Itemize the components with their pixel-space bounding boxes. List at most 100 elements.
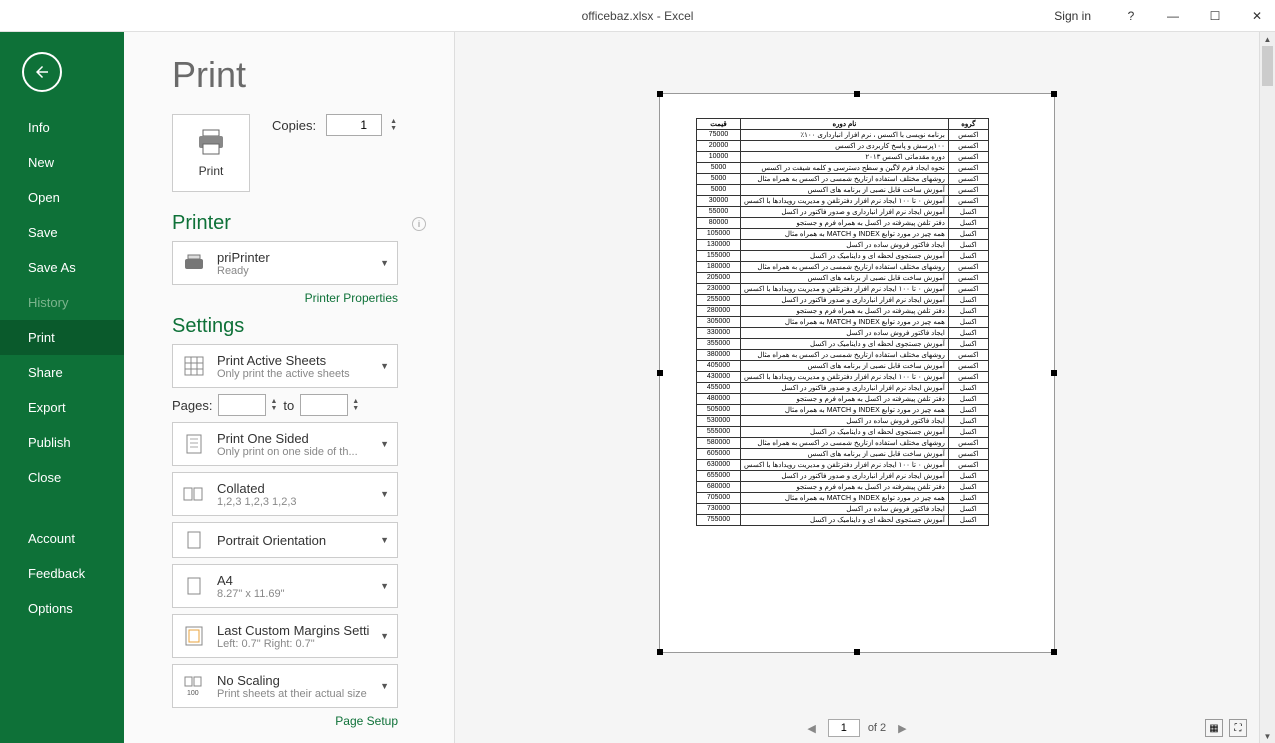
table-row: اکسلهمه چیز در مورد توابع INDEX و MATCH … (697, 228, 989, 239)
table-row: اکسسآموزش ۰ تا ۱۰۰ ایجاد نرم افزار دفترت… (697, 371, 989, 382)
settings-header: Settings (172, 315, 436, 338)
page-setup-link[interactable]: Page Setup (172, 714, 398, 728)
nav-publish[interactable]: Publish (0, 425, 124, 460)
copies-input[interactable] (326, 114, 382, 136)
chevron-down-icon: ▼ (380, 439, 389, 449)
table-row: اکسلدفتر تلفن پیشرفته در اکسل به همراه ف… (697, 217, 989, 228)
nav-share[interactable]: Share (0, 355, 124, 390)
pages-to-label: to (283, 398, 294, 413)
table-row: اکسلایجاد فاکتور فروش ساده در اکسل330000 (697, 327, 989, 338)
table-row: اکسلهمه چیز در مورد توابع INDEX و MATCH … (697, 492, 989, 503)
scroll-up-icon[interactable]: ▲ (1260, 32, 1275, 46)
table-row: اکسسآموزش ۰ تا ۱۰۰ ایجاد نرم افزار دفترت… (697, 195, 989, 206)
table-row: اکسسبرنامه نویسی با اکسس ، نرم افزار انب… (697, 129, 989, 140)
table-row: اکسسآموزش ساخت قابل نصبی از برنامه های ا… (697, 272, 989, 283)
info-icon[interactable]: i (412, 217, 426, 231)
preview-area: گروه نام دوره قیمت اکسسبرنامه نویسی با ا… (454, 32, 1259, 743)
sheets-icon (181, 353, 207, 379)
margins-icon (181, 623, 207, 649)
portrait-icon (181, 527, 207, 553)
chevron-down-icon: ▼ (380, 361, 389, 371)
page-title: Print (172, 54, 436, 96)
nav-close[interactable]: Close (0, 460, 124, 495)
scaling-icon: 100 (181, 673, 207, 699)
pages-label: Pages: (172, 398, 212, 413)
chevron-down-icon: ▼ (380, 581, 389, 591)
table-row: اکسسروشهای مختلف استفاده ازتاریخ شمسی در… (697, 173, 989, 184)
titlebar: officebaz.xlsx - Excel Sign in ? — ☐ ✕ (0, 0, 1275, 32)
copies-label: Copies: (272, 118, 316, 133)
nav-open[interactable]: Open (0, 180, 124, 215)
nav-info[interactable]: Info (0, 110, 124, 145)
scroll-thumb[interactable] (1262, 46, 1273, 86)
pages-to-input[interactable] (300, 394, 348, 416)
next-page-button[interactable]: ▶ (894, 722, 910, 735)
page-total-label: of 2 (868, 722, 886, 734)
prev-page-button[interactable]: ◀ (803, 722, 819, 735)
show-margins-button[interactable]: ▦ (1205, 719, 1223, 737)
pages-from-input[interactable] (218, 394, 266, 416)
sidebar: Info New Open Save Save As History Print… (0, 32, 124, 743)
window-title: officebaz.xlsx - Excel (582, 9, 694, 23)
table-row: اکسلآموزش جستجوی لحظه ای و داینامیک در ا… (697, 426, 989, 437)
table-row: اکسسروشهای مختلف استفاده ازتاریخ شمسی در… (697, 349, 989, 360)
back-button[interactable] (22, 52, 62, 92)
table-row: اکسسآموزش ۰ تا ۱۰۰ ایجاد نرم افزار دفترت… (697, 283, 989, 294)
print-what-select[interactable]: Print Active SheetsOnly print the active… (172, 344, 398, 388)
chevron-down-icon: ▼ (380, 535, 389, 545)
nav-export[interactable]: Export (0, 390, 124, 425)
nav-history: History (0, 285, 124, 320)
preview-page: گروه نام دوره قیمت اکسسبرنامه نویسی با ا… (659, 93, 1055, 653)
nav-account[interactable]: Account (0, 521, 124, 556)
nav-save[interactable]: Save (0, 215, 124, 250)
table-row: اکسلآموزش ایجاد نرم افزار انبارداری و صد… (697, 206, 989, 217)
maximize-icon[interactable]: ☐ (1205, 6, 1225, 26)
table-row: اکسلایجاد فاکتور فروش ساده در اکسل730000 (697, 503, 989, 514)
printer-properties-link[interactable]: Printer Properties (172, 291, 398, 305)
orientation-select[interactable]: Portrait Orientation ▼ (172, 522, 398, 558)
copies-spinner[interactable]: ▲▼ (390, 118, 397, 132)
sides-select[interactable]: Print One SidedOnly print on one side of… (172, 422, 398, 466)
nav-print[interactable]: Print (0, 320, 124, 355)
table-row: اکسس۱۰۰پرسش و پاسخ کاربردی در اکسس20000 (697, 140, 989, 151)
table-row: اکسلآموزش ایجاد نرم افزار انبارداری و صد… (697, 382, 989, 393)
page-number-input[interactable] (828, 719, 860, 737)
nav-options[interactable]: Options (0, 591, 124, 626)
preview-footer: ◀ of 2 ▶ ▦ ⛶ (455, 713, 1259, 743)
scrollbar[interactable]: ▲ ▼ (1259, 32, 1275, 743)
minimize-icon[interactable]: — (1163, 6, 1183, 26)
scaling-select[interactable]: 100 No ScalingPrint sheets at their actu… (172, 664, 398, 708)
close-icon[interactable]: ✕ (1247, 6, 1267, 26)
print-button[interactable]: Print (172, 114, 250, 192)
printer-status: Ready (217, 265, 370, 277)
chevron-down-icon: ▼ (380, 489, 389, 499)
table-row: اکسسآموزش ساخت قابل نصبی از برنامه های ا… (697, 360, 989, 371)
chevron-down-icon: ▼ (380, 681, 389, 691)
printer-name: priPrinter (217, 250, 370, 265)
help-icon[interactable]: ? (1121, 6, 1141, 26)
table-row: اکسلآموزش ایجاد نرم افزار انبارداری و صد… (697, 470, 989, 481)
table-row: اکسلهمه چیز در مورد توابع INDEX و MATCH … (697, 404, 989, 415)
back-arrow-icon (33, 63, 51, 81)
print-panel: Print Print Copies: ▲▼ Printer i (124, 32, 454, 743)
margins-select[interactable]: Last Custom Margins SettingLeft: 0.7" Ri… (172, 614, 398, 658)
collate-icon (181, 481, 207, 507)
printer-icon (195, 128, 227, 156)
scroll-down-icon[interactable]: ▼ (1260, 729, 1275, 743)
table-row: اکسلدفتر تلفن پیشرفته در اکسل به همراه ف… (697, 305, 989, 316)
nav-new[interactable]: New (0, 145, 124, 180)
chevron-down-icon: ▼ (380, 258, 389, 268)
nav-feedback[interactable]: Feedback (0, 556, 124, 591)
table-row: اکسلایجاد فاکتور فروش ساده در اکسل530000 (697, 415, 989, 426)
table-row: اکسسدوره مقدماتی اکسس ۲۰۱۳10000 (697, 151, 989, 162)
collate-select[interactable]: Collated1,2,3 1,2,3 1,2,3 ▼ (172, 472, 398, 516)
svg-text:100: 100 (187, 690, 199, 697)
printer-select[interactable]: priPrinter Ready ▼ (172, 241, 398, 285)
zoom-to-page-button[interactable]: ⛶ (1229, 719, 1247, 737)
nav-save-as[interactable]: Save As (0, 250, 124, 285)
table-row: اکسسآموزش ساخت قابل نصبی از برنامه های ا… (697, 184, 989, 195)
table-row: اکسسآموزش ۰ تا ۱۰۰ ایجاد نرم افزار دفترت… (697, 459, 989, 470)
paper-select[interactable]: A48.27" x 11.69" ▼ (172, 564, 398, 608)
preview-table: گروه نام دوره قیمت اکسسبرنامه نویسی با ا… (696, 118, 989, 526)
signin-link[interactable]: Sign in (1054, 9, 1091, 23)
